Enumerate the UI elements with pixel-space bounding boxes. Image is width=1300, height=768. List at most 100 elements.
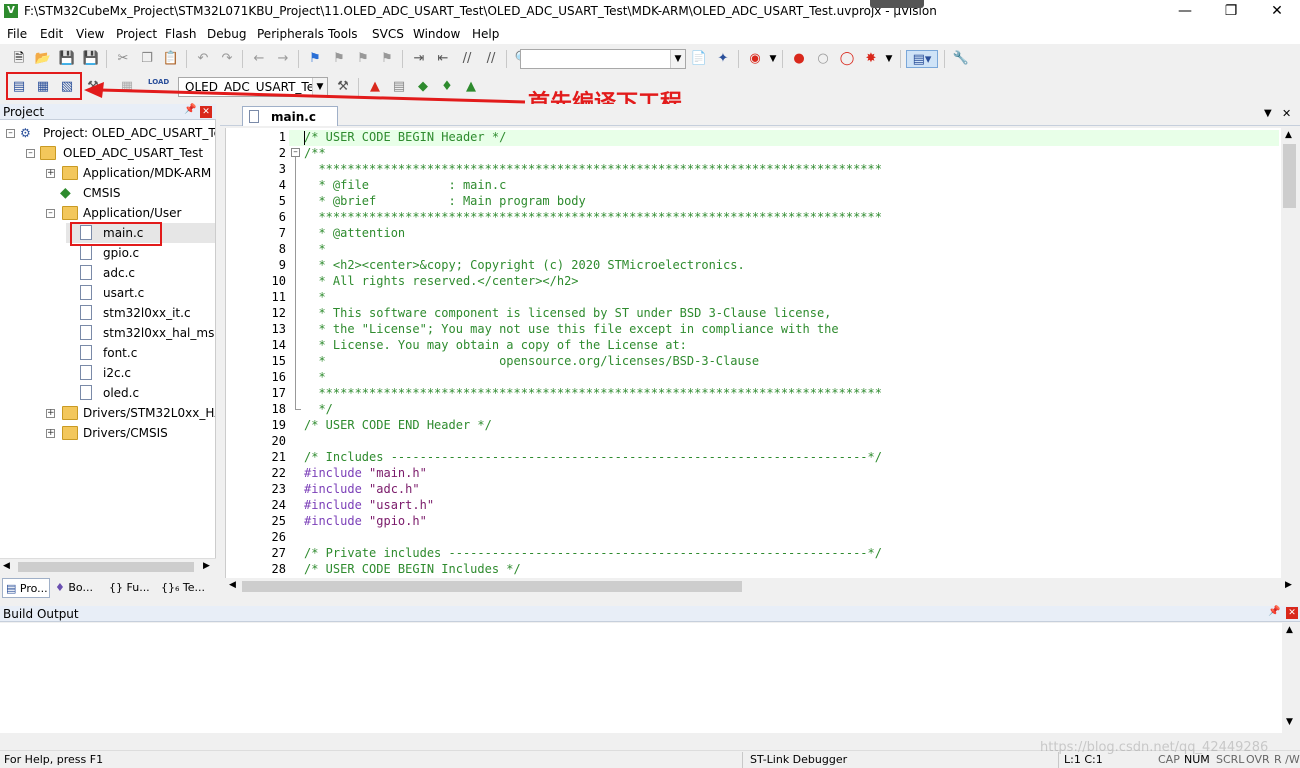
paste-icon[interactable]: 📋 [162, 50, 180, 68]
next-bookmark-icon[interactable]: ⚑ [354, 50, 372, 68]
menu-peripherals[interactable]: Peripherals [257, 27, 324, 41]
project-tree: – ⚙ Project: OLED_ADC_USART_Test – OLED_… [0, 120, 216, 558]
clear-bookmarks-icon[interactable]: ⚑ [378, 50, 396, 68]
c-file-icon [80, 345, 92, 360]
pin-icon[interactable]: 📌 [184, 104, 196, 115]
close-icon[interactable]: ✕ [1282, 107, 1291, 120]
fold-collapse-icon[interactable]: – [291, 148, 300, 157]
tab-functions[interactable]: {} Fu... [106, 578, 156, 598]
scroll-thumb[interactable] [18, 562, 194, 572]
close-icon[interactable]: ✕ [200, 106, 212, 118]
folder-icon [62, 406, 78, 420]
menu-file[interactable]: File [7, 27, 27, 41]
menu-window[interactable]: Window [413, 27, 460, 41]
code-line: /* Private includes --------------------… [304, 546, 882, 560]
tab-project[interactable]: ▤ Pro... [2, 578, 50, 598]
tree-label: stm32l0xx_it.c [103, 306, 191, 320]
tab-main-c[interactable]: main.c [242, 106, 338, 126]
open-file-icon[interactable]: 📂 [34, 50, 52, 68]
line-number: 6 [278, 210, 286, 224]
bookmark-icon[interactable]: ⚑ [306, 50, 324, 68]
restore-button[interactable]: ❐ [1208, 0, 1254, 24]
scroll-thumb[interactable] [1283, 144, 1296, 208]
code-line: * [304, 370, 326, 384]
code-line: * <h2><center>&copy; Copyright (c) 2020 … [304, 258, 745, 272]
configuration-wrench-icon[interactable]: 🔧 [952, 50, 970, 68]
find-icon[interactable]: 📄 [690, 50, 708, 68]
save-icon[interactable]: 💾 [58, 50, 76, 68]
scroll-up-icon[interactable]: ▲ [1285, 130, 1292, 140]
scroll-thumb[interactable] [242, 581, 742, 592]
copy-icon[interactable]: ❐ [138, 50, 156, 68]
tree-label: stm32l0xx_hal_msp.c [103, 326, 215, 340]
line-number-gutter: 1 2 3 4 5 6 7 8 9 10 11 12 13 14 15 16 17 18 19 20 21 22 23 24 2… [226, 128, 289, 578]
status-rw: R /W [1274, 753, 1300, 766]
redo-icon[interactable]: ↷ [218, 50, 236, 68]
close-icon[interactable]: ✕ [1286, 607, 1298, 619]
project-tab-icon: ▤ [6, 582, 17, 595]
tree-label: CMSIS [83, 186, 121, 200]
debug-session-icon[interactable]: ◉ [746, 50, 764, 68]
expand-icon[interactable]: + [46, 409, 55, 418]
project-horizontal-scrollbar[interactable]: ◀ ▶ [0, 558, 216, 575]
window-layout-icon[interactable]: ▤▾ [906, 50, 938, 68]
menu-tools[interactable]: Tools [328, 27, 358, 41]
tree-label: Application/User [83, 206, 182, 220]
tab-templates[interactable]: {}₆ Te... [158, 578, 212, 598]
editor-horizontal-scrollbar[interactable]: ◀ ▶ [225, 578, 1292, 595]
minimize-button[interactable]: — [1162, 0, 1208, 24]
breakpoint-icon[interactable]: ● [790, 50, 808, 68]
build-output-text[interactable] [0, 623, 1282, 733]
scroll-left-icon[interactable]: ◀ [3, 561, 10, 571]
scroll-right-icon[interactable]: ▶ [203, 561, 210, 571]
editor-vertical-scrollbar[interactable]: ▲ [1281, 128, 1298, 578]
uncomment-icon[interactable]: // [482, 50, 500, 68]
menu-help[interactable]: Help [472, 27, 499, 41]
project-pane-tabs: ▤ Pro... ♦ Bo... {} Fu... {}₆ Te... [0, 577, 216, 599]
pin-icon[interactable]: 📌 [1268, 606, 1280, 617]
save-all-icon[interactable]: 💾 [82, 50, 100, 68]
tab-list-chevron-down-icon[interactable]: ▼ [1264, 108, 1272, 119]
menu-edit[interactable]: Edit [40, 27, 63, 41]
indent-icon[interactable]: ⇥ [410, 50, 428, 68]
nav-forward-icon[interactable]: → [274, 50, 292, 68]
cut-icon[interactable]: ✂ [114, 50, 132, 68]
tree-label: Drivers/CMSIS [83, 426, 168, 440]
nav-back-icon[interactable]: ← [250, 50, 268, 68]
menu-svcs[interactable]: SVCS [372, 27, 404, 41]
line-number: 25 [271, 514, 286, 528]
chevron-down-icon[interactable]: ▼ [880, 50, 898, 68]
prev-bookmark-icon[interactable]: ⚑ [330, 50, 348, 68]
find-combo[interactable]: ▼ [520, 49, 686, 69]
expand-icon[interactable]: + [46, 169, 55, 178]
incremental-find-icon[interactable]: ✦ [714, 50, 732, 68]
chevron-down-icon[interactable]: ▼ [764, 50, 782, 68]
c-file-icon [80, 245, 92, 260]
scroll-right-icon[interactable]: ▶ [1285, 580, 1292, 590]
collapse-icon[interactable]: – [46, 209, 55, 218]
line-number: 10 [271, 274, 286, 288]
code-editor[interactable]: 1 2 3 4 5 6 7 8 9 10 11 12 13 14 15 16 17 18 19 20 21 22 23 24 2… [225, 128, 1281, 578]
collapse-icon[interactable]: – [26, 149, 35, 158]
disable-breakpoint-icon[interactable]: ○ [814, 50, 832, 68]
unindent-icon[interactable]: ⇤ [434, 50, 452, 68]
close-button[interactable]: ✕ [1254, 0, 1300, 24]
disable-all-breakpoints-icon[interactable]: ◯ [838, 50, 856, 68]
code-line: /* USER CODE BEGIN Includes */ [304, 562, 521, 576]
collapse-icon[interactable]: – [6, 129, 15, 138]
build-output-vertical-scrollbar[interactable]: ▲ ▼ [1282, 623, 1299, 733]
undo-icon[interactable]: ↶ [194, 50, 212, 68]
chevron-down-icon[interactable]: ▼ [670, 50, 685, 68]
scroll-up-icon[interactable]: ▲ [1286, 625, 1293, 635]
expand-icon[interactable]: + [46, 429, 55, 438]
new-file-icon[interactable]: 🗎 [10, 50, 28, 68]
menu-project[interactable]: Project [116, 27, 157, 41]
tab-books[interactable]: ♦ Bo... [52, 578, 102, 598]
menu-view[interactable]: View [76, 27, 104, 41]
menu-flash[interactable]: Flash [165, 27, 196, 41]
scroll-down-icon[interactable]: ▼ [1286, 717, 1293, 727]
scroll-left-icon[interactable]: ◀ [229, 580, 236, 590]
comment-icon[interactable]: // [458, 50, 476, 68]
menu-debug[interactable]: Debug [207, 27, 246, 41]
kill-breakpoints-icon[interactable]: ✸ [862, 50, 880, 68]
